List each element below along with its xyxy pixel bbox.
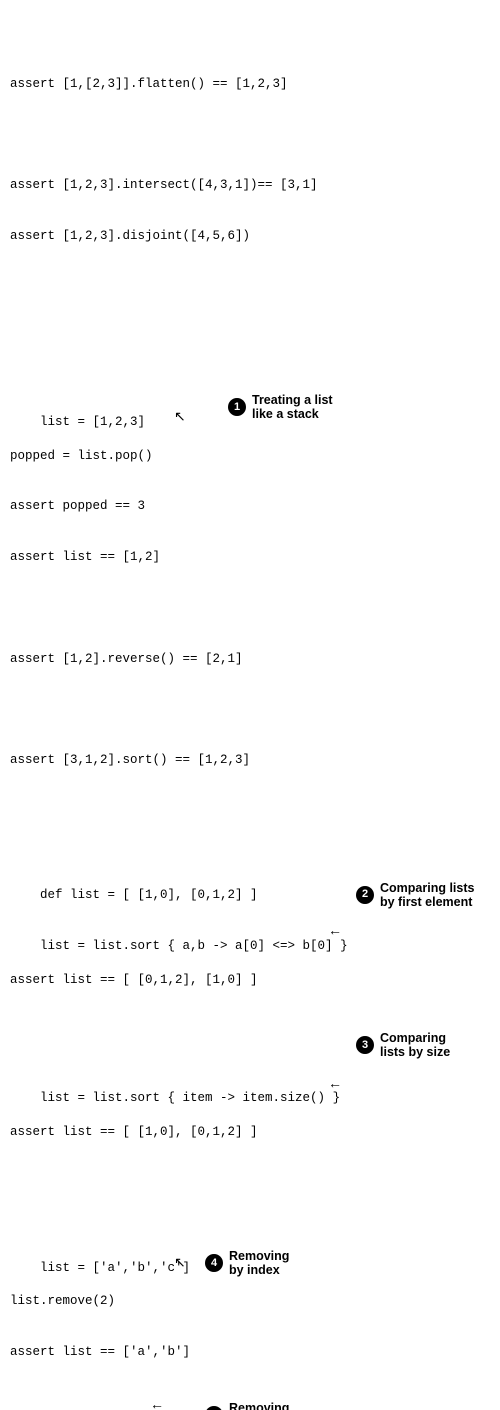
code-line: def list = [ [1,0], [0,1,2] ] 2 Comparin… [10, 871, 490, 888]
code-line: assert [1,2,3].intersect([4,3,1])== [3,1… [10, 177, 490, 194]
code-text: assert list == [ [1,0], [0,1,2] ] [10, 1125, 258, 1139]
callout-badge: 3 [356, 1036, 374, 1054]
code-line [10, 279, 490, 296]
code-line: assert popped == 3 [10, 498, 490, 515]
code-text: assert popped == 3 [10, 499, 145, 513]
callout-label: Treating a list like a stack [252, 393, 352, 422]
code-text: assert [1,[2,3]].flatten() == [1,2,3] [10, 77, 288, 91]
code-line: assert [1,[2,3]].flatten() == [1,2,3] [10, 76, 490, 93]
callout-4: 4 Removing by index [205, 1249, 299, 1278]
code-line: list = [1,2,3] 1 Treating a list like a … [10, 397, 490, 414]
code-text: assert [1,2].reverse() == [2,1] [10, 652, 243, 666]
callout-label: Comparing lists by size [380, 1031, 465, 1060]
code-text: def list = [ [1,0], [0,1,2] ] [40, 888, 258, 902]
arrow-left-icon: ← [328, 923, 342, 937]
code-line: assert list == [ [1,0], [0,1,2] ] [10, 1124, 490, 1141]
code-text: list = list.sort { item -> item.size() } [40, 1091, 340, 1105]
code-text: assert list == [ [0,1,2], [1,0] ] [10, 973, 258, 987]
callout-badge: 2 [356, 886, 374, 904]
code-line: assert list == [1,2] [10, 549, 490, 566]
code-line [10, 803, 490, 820]
code-listing: assert [1,[2,3]].flatten() == [1,2,3] as… [10, 8, 490, 1410]
callout-1: 1 Treating a list like a stack [228, 393, 352, 422]
code-line [10, 1175, 490, 1192]
callout-label: Removing by index [229, 1249, 299, 1278]
code-line: assert [3,1,2].sort() == [1,2,3] [10, 752, 490, 769]
code-line [10, 329, 490, 346]
code-line: list.remove('b') ← 5 Removing by value [10, 1395, 490, 1410]
callout-badge: 5 [205, 1406, 223, 1410]
code-text: list = ['a','b','c'] [40, 1261, 190, 1275]
callout-2: 2 Comparing lists by first element [356, 881, 485, 910]
code-line: popped = list.pop() [10, 448, 490, 465]
code-text: assert list == [1,2] [10, 550, 160, 564]
code-line: list = ['a','b','c'] 4 Removing by index… [10, 1243, 490, 1260]
callout-badge: 1 [228, 398, 246, 416]
arrow-left-icon: ← [150, 1397, 164, 1410]
code-line [10, 600, 490, 617]
code-line: assert list == [ [0,1,2], [1,0] ] [10, 972, 490, 989]
callout-5: 5 Removing by value [205, 1401, 299, 1410]
code-line [10, 126, 490, 143]
code-text: assert list == ['a','b'] [10, 1345, 190, 1359]
code-line: assert [1,2,3].disjoint([4,5,6]) [10, 228, 490, 245]
code-line: list = list.sort { a,b -> a[0] <=> b[0] … [10, 921, 490, 938]
arrow-left-icon: ← [328, 1076, 342, 1090]
code-text: assert [1,2,3].disjoint([4,5,6]) [10, 229, 250, 243]
callout-3: 3 Comparing lists by size [356, 1031, 465, 1060]
code-text: list = list.sort { a,b -> a[0] <=> b[0] … [40, 939, 348, 953]
code-text: popped = list.pop() [10, 449, 153, 463]
callout-label: Removing by value [229, 1401, 299, 1410]
code-text: assert [3,1,2].sort() == [1,2,3] [10, 753, 250, 767]
code-line: list = list.sort { item -> item.size() }… [10, 1074, 490, 1091]
callout-badge: 4 [205, 1254, 223, 1272]
code-text: list.remove(2) [10, 1294, 115, 1308]
code-line: assert list == ['a','b'] [10, 1344, 490, 1361]
code-text: assert [1,2,3].intersect([4,3,1])== [3,1… [10, 178, 318, 192]
code-line: list.remove(2) [10, 1293, 490, 1310]
arrow-left-icon: ↖ [174, 1255, 186, 1269]
code-line [10, 701, 490, 718]
callout-label: Comparing lists by first element [380, 881, 485, 910]
code-text: list = [1,2,3] [40, 415, 145, 429]
code-line: 3 Comparing lists by size [10, 1023, 490, 1040]
code-line: assert [1,2].reverse() == [2,1] [10, 651, 490, 668]
arrow-left-icon: ↖ [174, 409, 186, 423]
